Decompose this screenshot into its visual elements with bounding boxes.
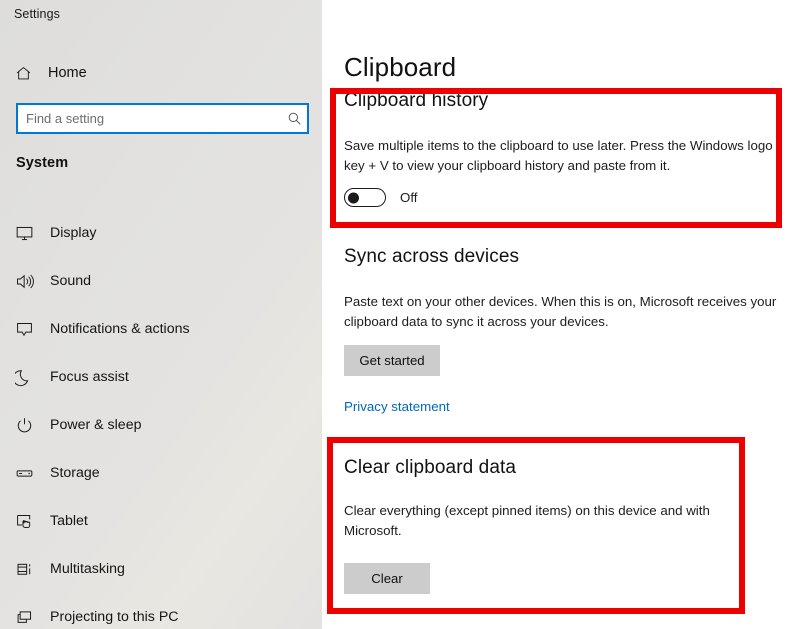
sidebar-item-multitasking[interactable]: Multitasking (0, 545, 322, 593)
sidebar-item-storage-label: Storage (50, 465, 100, 481)
power-icon (15, 416, 43, 435)
main-content: Clipboard Clipboard history Save multipl… (322, 0, 807, 629)
sync-across-devices-section: Sync across devices Paste text on your o… (344, 246, 805, 376)
clipboard-history-toggle-state: Off (400, 190, 418, 205)
sidebar-item-power-sleep[interactable]: Power & sleep (0, 401, 322, 449)
multitasking-icon (15, 560, 43, 579)
sidebar-item-home[interactable]: Home (0, 58, 322, 88)
clear-clipboard-data-section: Clear clipboard data Clear everything (e… (344, 457, 744, 594)
get-started-button[interactable]: Get started (344, 345, 440, 376)
sidebar-nav-list: Display Sound Notifications & actions Fo… (0, 209, 322, 629)
clipboard-history-description: Save multiple items to the clipboard to … (344, 138, 773, 173)
sidebar-section-header: System (16, 155, 69, 171)
sidebar-item-notifications-label: Notifications & actions (50, 321, 190, 337)
home-icon (15, 65, 41, 82)
tablet-touch-icon (15, 512, 43, 531)
search-input[interactable] (18, 105, 281, 132)
clear-clipboard-data-description: Clear everything (except pinned items) o… (344, 503, 710, 538)
clipboard-history-toggle[interactable] (344, 188, 386, 207)
drive-icon (15, 464, 43, 483)
sidebar-item-focus-assist-label: Focus assist (50, 369, 129, 385)
toggle-knob-icon (348, 192, 359, 203)
app-title: Settings (14, 7, 60, 21)
search-icon[interactable] (281, 111, 307, 126)
clipboard-history-title: Clipboard history (344, 90, 489, 111)
sync-across-devices-title: Sync across devices (344, 246, 520, 267)
speaker-icon (15, 272, 43, 291)
sidebar-item-display[interactable]: Display (0, 209, 322, 257)
clear-button[interactable]: Clear (344, 563, 430, 594)
sync-across-devices-description: Paste text on your other devices. When t… (344, 294, 777, 329)
settings-window: Settings Home System (0, 0, 807, 629)
clipboard-history-toggle-row: Off (344, 188, 805, 207)
sidebar-item-multitasking-label: Multitasking (50, 561, 125, 577)
page-title: Clipboard (344, 52, 457, 82)
privacy-statement-link[interactable]: Privacy statement (344, 399, 450, 414)
clipboard-history-section: Clipboard history Save multiple items to… (344, 90, 805, 207)
chat-bubble-icon (15, 320, 43, 339)
sidebar-item-sound-label: Sound (50, 273, 92, 289)
sidebar-item-projecting[interactable]: Projecting to this PC (0, 593, 322, 629)
projecting-icon (15, 608, 43, 627)
sidebar-item-notifications[interactable]: Notifications & actions (0, 305, 322, 353)
sidebar-item-home-label: Home (48, 65, 87, 81)
sidebar-item-tablet[interactable]: Tablet (0, 497, 322, 545)
sidebar-item-focus-assist[interactable]: Focus assist (0, 353, 322, 401)
sidebar-item-power-sleep-label: Power & sleep (50, 417, 142, 433)
sidebar-item-tablet-label: Tablet (50, 513, 88, 529)
clear-clipboard-data-title: Clear clipboard data (344, 457, 517, 478)
sidebar-item-display-label: Display (50, 225, 97, 241)
search-box[interactable] (16, 103, 309, 134)
monitor-icon (15, 224, 43, 243)
sidebar: Settings Home System (0, 0, 322, 629)
sidebar-item-storage[interactable]: Storage (0, 449, 322, 497)
moon-icon (15, 368, 43, 387)
sidebar-item-sound[interactable]: Sound (0, 257, 322, 305)
sidebar-item-projecting-label: Projecting to this PC (50, 609, 179, 625)
